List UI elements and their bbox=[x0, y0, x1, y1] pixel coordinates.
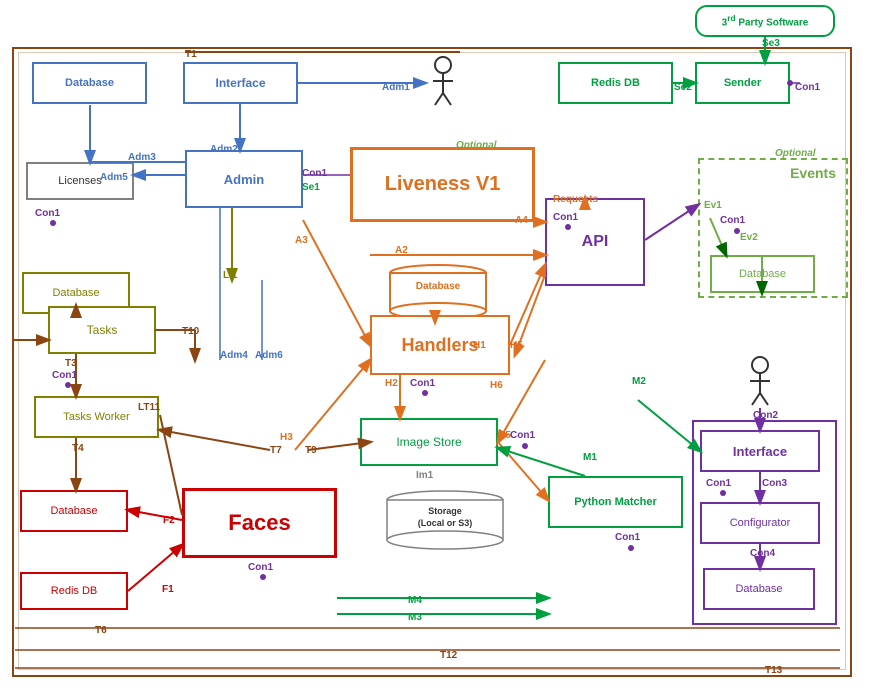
t10-label: T10 bbox=[182, 326, 199, 337]
db-orange-cylinder: Database bbox=[388, 263, 488, 321]
h5-label: H5 bbox=[510, 340, 523, 351]
con1-api-label: Con1 bbox=[553, 212, 578, 223]
m4-label: M4 bbox=[408, 595, 422, 606]
liveness-v1-box: Liveness V1 bbox=[350, 147, 535, 222]
t1-label: T1 bbox=[185, 49, 197, 60]
con1-dot-imagestore bbox=[522, 443, 528, 449]
con1-dot-api bbox=[565, 224, 571, 230]
ev2-label: Ev2 bbox=[740, 232, 758, 243]
m3-label: M3 bbox=[408, 612, 422, 623]
right-group-border bbox=[692, 420, 837, 625]
h3-label: H3 bbox=[280, 432, 293, 443]
con1-dot-tasks bbox=[65, 382, 71, 388]
con1-dot-licenses bbox=[50, 220, 56, 226]
t3-label: T3 bbox=[65, 358, 77, 369]
con1-licenses-label: Con1 bbox=[35, 208, 60, 219]
h6-label: H6 bbox=[490, 380, 503, 391]
h1-label: H1 bbox=[473, 340, 486, 351]
events-database-box: Database bbox=[710, 255, 815, 293]
requests-label: Requests bbox=[553, 194, 598, 205]
person-top bbox=[428, 55, 458, 107]
a2-label: A2 bbox=[395, 245, 408, 256]
interface-top-box: Interface bbox=[183, 62, 298, 104]
con1-pythonmatcher-label: Con1 bbox=[615, 532, 640, 543]
con1-sender-label: Con1 bbox=[795, 82, 820, 93]
con1-events-label: Con1 bbox=[720, 215, 745, 226]
storage-cylinder: Storage(Local or S3) bbox=[385, 490, 505, 552]
t13-label: T13 bbox=[765, 665, 782, 676]
f2-label: F2 bbox=[163, 515, 175, 526]
se3-label: Se3 bbox=[762, 38, 780, 49]
se2-label: Se2 bbox=[674, 82, 692, 93]
adm4-label: Adm4 bbox=[220, 350, 248, 361]
person-right bbox=[745, 355, 775, 407]
python-matcher-box: Python Matcher bbox=[548, 476, 683, 528]
con1-dot-pythonmatcher bbox=[628, 545, 634, 551]
third-party-label: 3rd Party Software bbox=[722, 13, 809, 28]
a5-label: A5 bbox=[498, 430, 511, 441]
sender-box: Sender bbox=[695, 62, 790, 104]
m2-label: M2 bbox=[632, 376, 646, 387]
a4-label: A4 bbox=[515, 215, 528, 226]
con1-dot-faces bbox=[260, 574, 266, 580]
ev1-label: Ev1 bbox=[704, 200, 722, 211]
database-top-left-box: Database bbox=[32, 62, 147, 104]
m1-label: M1 bbox=[583, 452, 597, 463]
im1-label: Im1 bbox=[416, 470, 433, 481]
con1-handlers-label: Con1 bbox=[410, 378, 435, 389]
con1-dot-handlers bbox=[422, 390, 428, 396]
t7-label: T7 bbox=[270, 445, 282, 456]
faces-box: Faces bbox=[182, 488, 337, 558]
database-red-box: Database bbox=[20, 490, 128, 532]
tasks-box: Tasks bbox=[48, 306, 156, 354]
admin-box: Admin bbox=[185, 150, 303, 208]
redis-db-top-box: Redis DB bbox=[558, 62, 673, 104]
adm5-label: Adm5 bbox=[100, 172, 128, 183]
adm6-label: Adm6 bbox=[255, 350, 283, 361]
diagram-canvas: 3rd Party Software Se3 T1 Database Inter… bbox=[0, 0, 884, 690]
t9-label: T9 bbox=[305, 445, 317, 456]
se1-label: Se1 bbox=[302, 182, 320, 193]
con1-imagestore-label: Con1 bbox=[510, 430, 535, 441]
con1-admin-label: Con1 bbox=[302, 168, 327, 179]
adm1-label: Adm1 bbox=[382, 82, 410, 93]
f1-label: F1 bbox=[162, 584, 174, 595]
a3-label: A3 bbox=[295, 235, 308, 246]
con1-faces-label: Con1 bbox=[248, 562, 273, 573]
h2-label: H2 bbox=[385, 378, 398, 389]
t4-label: T4 bbox=[72, 443, 84, 454]
redis-db-bottom-box: Redis DB bbox=[20, 572, 128, 610]
image-store-box: Image Store bbox=[360, 418, 498, 466]
lt11-label: LT11 bbox=[138, 402, 160, 413]
li1-label: Li1 bbox=[223, 270, 237, 281]
third-party-software-box: 3rd Party Software bbox=[695, 5, 835, 37]
t6-label: T6 bbox=[95, 625, 107, 636]
con1-tasks-label: Con1 bbox=[52, 370, 77, 381]
handlers-box: Handlers bbox=[370, 315, 510, 375]
t12-label: T12 bbox=[440, 650, 457, 661]
